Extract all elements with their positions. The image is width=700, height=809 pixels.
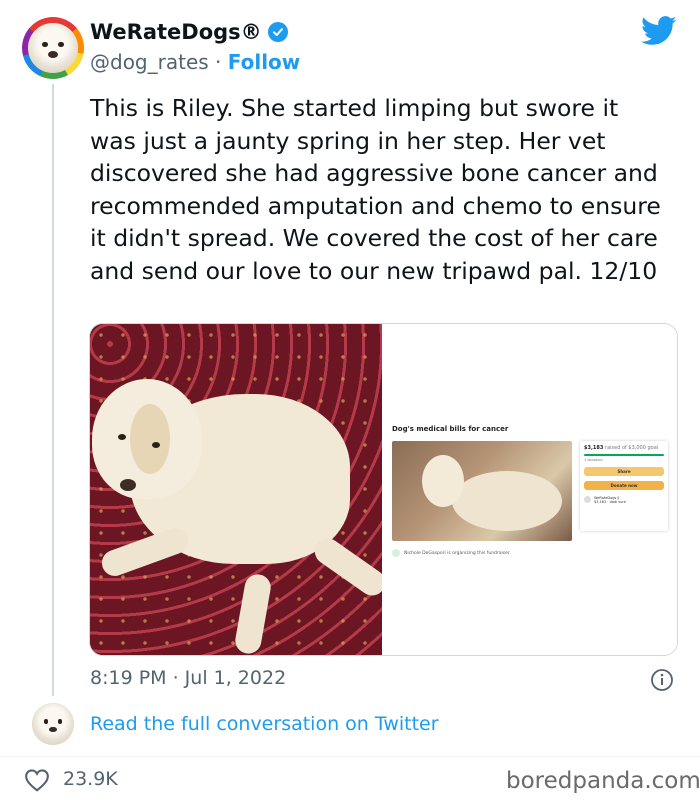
thread-line [52, 84, 54, 696]
avatar-nose [48, 50, 58, 58]
donor-amount: $3,183 · dadi sure [594, 500, 626, 504]
fundraiser-image [392, 441, 572, 541]
organizer-row: Nichole DeGaspori is organizing this fun… [392, 549, 511, 557]
organizer-text: Nichole DeGaspori is organizing this fun… [404, 550, 511, 556]
dog-nose [120, 479, 136, 491]
watermark: boredpanda.com [506, 768, 700, 794]
author-avatar[interactable] [22, 17, 84, 79]
verified-badge-icon [267, 22, 288, 42]
progress-fill [584, 454, 664, 456]
tweet-timestamp[interactable]: 8:19 PM · Jul 1, 2022 [90, 667, 286, 689]
fundraiser-title: Dog's medical bills for cancer [392, 425, 509, 433]
donate-button: Donate now [584, 481, 664, 490]
author-handle[interactable]: @dog_rates [90, 50, 209, 74]
avatar-eye [43, 718, 49, 724]
divider [0, 756, 700, 757]
amount-raised: $3,183 raised of $3,000 goal [584, 445, 659, 451]
dog-eye [118, 434, 126, 440]
mini-dog-head [422, 455, 464, 507]
author-name[interactable]: WeRateDogs® [90, 20, 262, 44]
progress-bar [584, 454, 664, 456]
heart-icon[interactable] [24, 768, 50, 792]
avatar-eye [58, 42, 64, 48]
tweet-media[interactable]: Dog's medical bills for cancer $3,183 ra… [89, 323, 678, 656]
fundraiser-screenshot[interactable]: Dog's medical bills for cancer $3,183 ra… [382, 324, 677, 655]
avatar-nose [48, 726, 58, 733]
info-icon[interactable] [650, 668, 674, 692]
share-button: Share [584, 467, 664, 476]
separator-dot: · [215, 50, 222, 74]
dog-photo[interactable] [90, 324, 391, 655]
dog-ear [130, 404, 170, 474]
donation-count: 1 donation [584, 458, 603, 462]
like-count[interactable]: 23.9K [63, 768, 118, 790]
avatar-eye [42, 42, 48, 48]
mini-dog-body [452, 471, 562, 531]
author-handle-row: @dog_rates · Follow [90, 50, 300, 74]
tweet-text: This is Riley. She started limping but s… [90, 94, 661, 285]
avatar-face [28, 23, 78, 73]
read-conversation-link[interactable]: Read the full conversation on Twitter [90, 713, 439, 735]
avatar-face [32, 703, 74, 745]
avatar-eye [57, 718, 63, 724]
twitter-bird-icon[interactable] [641, 16, 677, 46]
dog-eye [152, 442, 160, 448]
author-name-row[interactable]: WeRateDogs® [90, 20, 288, 44]
author-avatar-small[interactable] [32, 703, 74, 745]
organizer-avatar [392, 549, 400, 557]
donor-row: WeRateDogs § $3,183 · dadi sure [584, 496, 664, 504]
donor-avatar [584, 496, 591, 503]
donation-panel: $3,183 raised of $3,000 goal 1 donation … [580, 441, 668, 531]
follow-button[interactable]: Follow [228, 50, 301, 74]
